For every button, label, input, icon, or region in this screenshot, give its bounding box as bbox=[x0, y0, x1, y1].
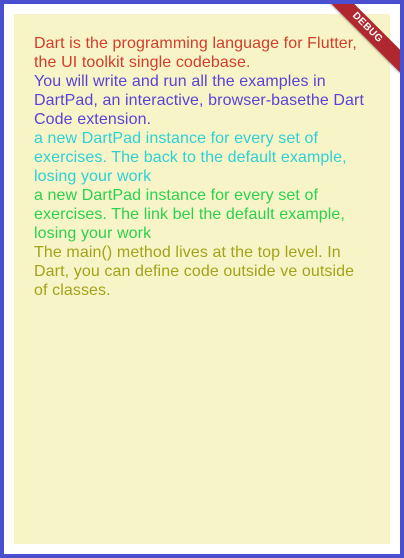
paragraph-dartpad-examples: You will write and run all the examples … bbox=[34, 73, 364, 128]
paragraph-dart-intro: Dart is the programming language for Flu… bbox=[34, 35, 357, 71]
paragraph-dartpad-instance-link: a new DartPad instance for every set of … bbox=[34, 187, 345, 242]
paragraph-main-method: The main() method lives at the top level… bbox=[34, 244, 355, 299]
app-frame: Dart is the programming language for Flu… bbox=[0, 0, 404, 558]
content-panel: Dart is the programming language for Flu… bbox=[14, 14, 390, 544]
text-column: Dart is the programming language for Flu… bbox=[34, 34, 370, 300]
paragraph-dartpad-instance-back: a new DartPad instance for every set of … bbox=[34, 130, 347, 185]
